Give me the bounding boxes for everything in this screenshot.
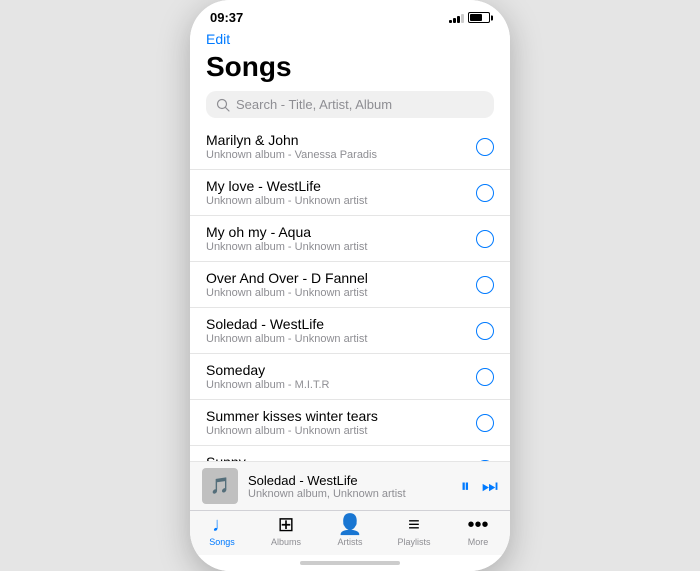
song-item[interactable]: Over And Over - D Fannel Unknown album -… bbox=[190, 262, 510, 308]
song-add-icon[interactable] bbox=[476, 184, 494, 202]
now-playing-title: Soledad - WestLife bbox=[248, 473, 451, 488]
songs-tab-label: Songs bbox=[209, 537, 235, 547]
status-icons bbox=[449, 12, 490, 23]
playback-controls: ⏸ ⏭ bbox=[461, 476, 498, 497]
song-subtitle: Unknown album - Unknown artist bbox=[206, 425, 476, 437]
songs-list[interactable]: Marilyn & John Unknown album - Vanessa P… bbox=[190, 124, 510, 461]
song-item[interactable]: My love - WestLife Unknown album - Unkno… bbox=[190, 170, 510, 216]
song-item[interactable]: Soledad - WestLife Unknown album - Unkno… bbox=[190, 308, 510, 354]
songs-tab-icon: ♩ bbox=[212, 515, 232, 535]
song-item[interactable]: My oh my - Aqua Unknown album - Unknown … bbox=[190, 216, 510, 262]
song-subtitle: Unknown album - Vanessa Paradis bbox=[206, 149, 476, 161]
song-title: Over And Over - D Fannel bbox=[206, 270, 476, 286]
header: Edit Songs Search - Title, Artist, Album bbox=[190, 29, 510, 124]
tab-albums[interactable]: ⊞ Albums bbox=[254, 515, 318, 547]
search-placeholder: Search - Title, Artist, Album bbox=[236, 97, 392, 112]
song-add-icon[interactable] bbox=[476, 322, 494, 340]
artists-tab-label: Artists bbox=[337, 537, 362, 547]
song-item[interactable]: Sunny Unknown album - Boney M bbox=[190, 446, 510, 461]
song-item[interactable]: Summer kisses winter tears Unknown album… bbox=[190, 400, 510, 446]
song-subtitle: Unknown album - Unknown artist bbox=[206, 241, 476, 253]
song-info: Marilyn & John Unknown album - Vanessa P… bbox=[206, 132, 476, 161]
song-add-icon[interactable] bbox=[476, 368, 494, 386]
more-tab-icon: ••• bbox=[467, 515, 488, 535]
song-item[interactable]: Someday Unknown album - M.I.T.R bbox=[190, 354, 510, 400]
song-subtitle: Unknown album - M.I.T.R bbox=[206, 379, 476, 391]
status-bar: 09:37 bbox=[190, 0, 510, 29]
song-subtitle: Unknown album - Unknown artist bbox=[206, 195, 476, 207]
now-playing-bar[interactable]: 🎵 Soledad - WestLife Unknown album, Unkn… bbox=[190, 461, 510, 510]
battery-icon bbox=[468, 12, 490, 23]
search-bar[interactable]: Search - Title, Artist, Album bbox=[206, 91, 494, 118]
page-title: Songs bbox=[206, 51, 494, 83]
song-title: Someday bbox=[206, 362, 476, 378]
albums-tab-label: Albums bbox=[271, 537, 301, 547]
song-info: Someday Unknown album - M.I.T.R bbox=[206, 362, 476, 391]
search-icon bbox=[216, 98, 230, 112]
playlists-tab-icon: ≡ bbox=[408, 515, 420, 535]
now-playing-subtitle: Unknown album, Unknown artist bbox=[248, 488, 451, 500]
song-info: My oh my - Aqua Unknown album - Unknown … bbox=[206, 224, 476, 253]
now-playing-info: Soledad - WestLife Unknown album, Unknow… bbox=[248, 473, 451, 500]
phone-frame: 09:37 Edit Songs Search - Title, Artist,… bbox=[190, 0, 510, 571]
song-info: Summer kisses winter tears Unknown album… bbox=[206, 408, 476, 437]
edit-button[interactable]: Edit bbox=[206, 31, 230, 47]
song-title: My love - WestLife bbox=[206, 178, 476, 194]
artists-tab-icon: 👤 bbox=[338, 515, 363, 535]
song-title: Summer kisses winter tears bbox=[206, 408, 476, 424]
tab-artists[interactable]: 👤 Artists bbox=[318, 515, 382, 547]
status-time: 09:37 bbox=[210, 10, 243, 25]
song-add-icon[interactable] bbox=[476, 138, 494, 156]
song-item[interactable]: Marilyn & John Unknown album - Vanessa P… bbox=[190, 124, 510, 170]
song-subtitle: Unknown album - Unknown artist bbox=[206, 287, 476, 299]
song-add-icon[interactable] bbox=[476, 276, 494, 294]
fast-forward-button[interactable]: ⏭ bbox=[482, 476, 498, 497]
play-pause-button[interactable]: ⏸ bbox=[461, 476, 470, 497]
playlists-tab-label: Playlists bbox=[397, 537, 430, 547]
song-title: My oh my - Aqua bbox=[206, 224, 476, 240]
song-info: Soledad - WestLife Unknown album - Unkno… bbox=[206, 316, 476, 345]
tab-bar: ♩ Songs ⊞ Albums 👤 Artists ≡ Playlists •… bbox=[190, 510, 510, 555]
song-title: Soledad - WestLife bbox=[206, 316, 476, 332]
song-info: Over And Over - D Fannel Unknown album -… bbox=[206, 270, 476, 299]
album-art: 🎵 bbox=[202, 468, 238, 504]
song-subtitle: Unknown album - Unknown artist bbox=[206, 333, 476, 345]
song-add-icon[interactable] bbox=[476, 230, 494, 248]
song-info: Sunny Unknown album - Boney M bbox=[206, 454, 476, 461]
song-add-icon[interactable] bbox=[476, 414, 494, 432]
home-indicator bbox=[190, 555, 510, 571]
tab-songs[interactable]: ♩ Songs bbox=[190, 515, 254, 547]
song-add-icon[interactable] bbox=[476, 460, 494, 462]
tab-more[interactable]: ••• More bbox=[446, 515, 510, 547]
more-tab-label: More bbox=[468, 537, 489, 547]
signal-icon bbox=[449, 13, 464, 23]
song-title: Marilyn & John bbox=[206, 132, 476, 148]
song-title: Sunny bbox=[206, 454, 476, 461]
albums-tab-icon: ⊞ bbox=[278, 515, 295, 535]
song-info: My love - WestLife Unknown album - Unkno… bbox=[206, 178, 476, 207]
tab-playlists[interactable]: ≡ Playlists bbox=[382, 515, 446, 547]
